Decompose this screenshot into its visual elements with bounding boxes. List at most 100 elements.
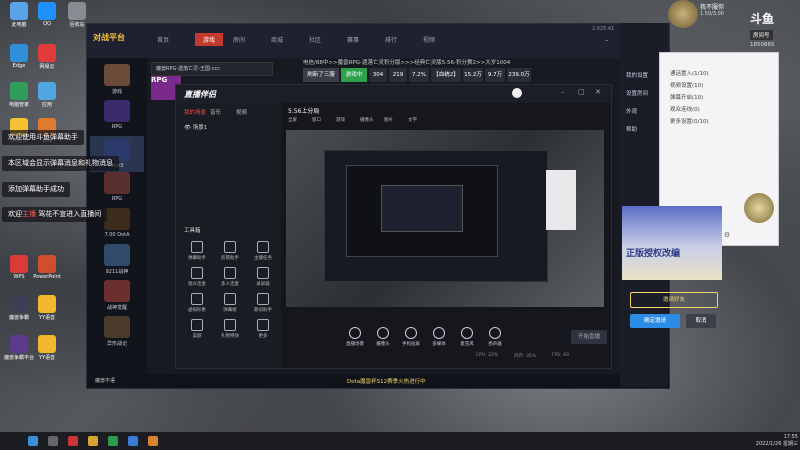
tab-7[interactable]: 视频: [423, 35, 435, 44]
stat-pill[interactable]: 游戏中: [341, 68, 367, 82]
source-tool[interactable]: 全屏: [288, 117, 297, 123]
tab-6[interactable]: 排行: [385, 35, 397, 44]
toolbox-3[interactable]: 观众连麦: [182, 267, 212, 287]
right-menu-item[interactable]: 设置房间: [626, 89, 648, 97]
tool-label: 直播场景: [346, 342, 364, 347]
sidebar-item[interactable]: 游戏: [100, 64, 134, 95]
sidebar-item[interactable]: 异形战记: [100, 316, 134, 347]
app-icon: [10, 2, 28, 20]
invite-friend-button[interactable]: 邀请好友: [630, 292, 718, 308]
sidebar-item[interactable]: 战神觉醒: [100, 280, 134, 311]
toolbox-11[interactable]: 更多: [248, 319, 278, 339]
cancel-button[interactable]: 取消: [686, 314, 716, 328]
avatar[interactable]: [744, 193, 774, 223]
toolbox-7[interactable]: 弹幕姬: [215, 293, 245, 313]
popup-item[interactable]: 弹幕开启(10): [670, 93, 703, 101]
avatar[interactable]: [512, 88, 522, 98]
tool-label: 更多: [258, 334, 268, 339]
sidebar-item[interactable]: RPG: [100, 172, 134, 202]
app-status-bar: 魔兽不语 Dota魔兽杯S12赛季火热进行中: [87, 374, 669, 388]
app-icon: [68, 2, 86, 20]
start-live-button[interactable]: 开始直播: [571, 330, 607, 344]
toolbox-0[interactable]: 弹幕助手: [182, 241, 212, 261]
tab-2[interactable]: 房间: [233, 35, 245, 44]
bottom-tool-3[interactable]: 多媒体: [425, 327, 453, 347]
minimize-icon[interactable]: –: [561, 88, 565, 96]
tab-5[interactable]: 赛事: [347, 35, 359, 44]
clock[interactable]: 17:55 2022/1/26 星期三: [756, 434, 798, 447]
room-stats: 刷新了三服 游戏中 304 219 7.2% 【血统2】 15.2万 9.7万 239.0万: [303, 68, 583, 82]
promo-banner[interactable]: 正版授权改编: [622, 206, 722, 280]
stat-pill: 9.7万: [485, 68, 505, 82]
start-icon[interactable]: [28, 436, 38, 446]
tool-icon: [377, 327, 389, 339]
source-tool[interactable]: 摄像头: [360, 117, 374, 123]
companion-nav-tab[interactable]: 我的场景: [184, 108, 206, 116]
source-tool[interactable]: 文字: [408, 117, 417, 123]
tab-0[interactable]: 首页: [157, 35, 169, 44]
stat-pill: 239.0万: [507, 68, 531, 82]
confirm-invite-button[interactable]: 确定邀请: [630, 314, 680, 328]
source-tool[interactable]: 图片: [384, 117, 393, 123]
taskbar-app-icon[interactable]: [68, 436, 78, 446]
room-search-bar[interactable]: 魔兽RPG-遗落亡灵-王国-ccc: [151, 62, 273, 76]
sidebar-item[interactable]: 9211战神: [100, 244, 134, 275]
popup-item[interactable]: 视频设置(10): [670, 81, 703, 89]
desktop-icon[interactable]: QQ: [30, 2, 64, 27]
bottom-tool-4[interactable]: 麦克风: [453, 327, 481, 347]
desktop-icon[interactable]: 网易云: [30, 44, 64, 70]
companion-left-panel: 我的场景 音乐 视频 👁 场景1 工具箱 弹幕助手 房管助手 主播任务 观众连麦 多人连麦 录…: [176, 103, 281, 368]
toolbox-1[interactable]: 房管助手: [215, 241, 245, 261]
sidebar-item[interactable]: RPG: [100, 100, 134, 130]
eye-icon[interactable]: 👁: [184, 125, 191, 131]
popup-item[interactable]: 更多设置(0/10): [670, 117, 709, 125]
desktop-icon[interactable]: PowerPoint: [30, 255, 64, 280]
tab-1[interactable]: 游戏: [195, 33, 224, 46]
popup-item[interactable]: 通话置入(1/10): [670, 69, 709, 77]
toolbox-6[interactable]: 虚拟形象: [182, 293, 212, 313]
game-icon: [104, 100, 130, 122]
bottom-tool-2[interactable]: 手机投屏: [397, 327, 425, 347]
source-tool[interactable]: 游戏: [336, 117, 345, 123]
companion-nav-tab[interactable]: 视频: [236, 108, 247, 116]
minimize-icon[interactable]: –: [605, 36, 609, 44]
companion-title: 直播伴侣: [184, 90, 216, 99]
bottom-tool-1[interactable]: 摄像头: [369, 327, 397, 347]
desktop-icon[interactable]: YY语音: [30, 335, 64, 361]
taskbar-app-icon[interactable]: [88, 436, 98, 446]
tool-icon: [257, 319, 269, 331]
search-icon[interactable]: [48, 436, 58, 446]
desktop-icon[interactable]: YY语音: [30, 295, 64, 321]
scene-item[interactable]: 👁 场景1: [184, 123, 207, 131]
maximize-icon[interactable]: □: [578, 88, 585, 96]
user-name: 我不服你: [700, 4, 725, 11]
taskbar-app-icon[interactable]: [108, 436, 118, 446]
stat-pill[interactable]: 刷新了三服: [303, 68, 339, 82]
popup-item[interactable]: 观众连线(0): [670, 105, 700, 113]
toolbox-5[interactable]: 录屏器: [248, 267, 278, 287]
toolbox-4[interactable]: 多人连麦: [215, 267, 245, 287]
status-marquee: Dota魔兽杯S12赛季火热进行中: [347, 379, 426, 385]
toolbox-8[interactable]: 歌词助手: [248, 293, 278, 313]
taskbar-app-icon[interactable]: [148, 436, 158, 446]
tab-4[interactable]: 社区: [309, 35, 321, 44]
source-tool[interactable]: 窗口: [312, 117, 321, 123]
taskbar-app-icon[interactable]: [128, 436, 138, 446]
avatar[interactable]: [668, 0, 698, 28]
tool-icon: [257, 293, 269, 305]
toolbox-2[interactable]: 主播任务: [248, 241, 278, 261]
bottom-tool-0[interactable]: 直播场景: [341, 327, 369, 347]
right-menu-item[interactable]: 帮助: [626, 125, 637, 133]
right-menu-item[interactable]: 我的设置: [626, 71, 648, 79]
toast-post: 驾花不宣进入直播间: [36, 210, 102, 218]
right-menu-item[interactable]: 外观: [626, 107, 637, 115]
toolbox-10[interactable]: 礼物特效: [215, 319, 245, 339]
toolbox-9[interactable]: 美颜: [182, 319, 212, 339]
tool-label: 手机投屏: [402, 342, 420, 347]
tool-label: 多人连麦: [221, 282, 239, 287]
close-icon[interactable]: ✕: [595, 88, 601, 96]
desktop-icon[interactable]: 应用: [30, 82, 64, 108]
tab-3[interactable]: 商城: [271, 35, 283, 44]
bottom-tool-5[interactable]: 扬声器: [481, 327, 509, 347]
companion-nav-tab[interactable]: 音乐: [210, 108, 221, 116]
